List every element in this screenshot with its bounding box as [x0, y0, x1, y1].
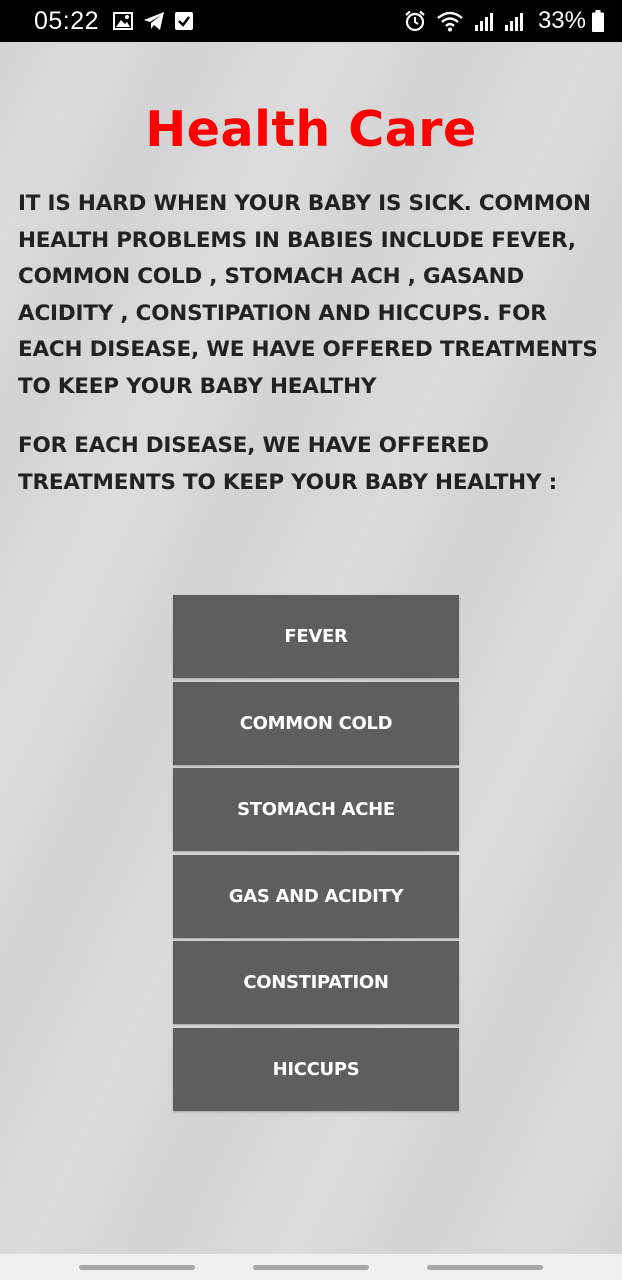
disease-menu: FEVER COMMON COLD STOMACH ACHE GAS AND A… — [173, 595, 459, 1114]
hiccups-button[interactable]: HICCUPS — [173, 1027, 459, 1111]
navigation-bar — [0, 1254, 622, 1280]
nav-recents-handle[interactable] — [79, 1265, 195, 1270]
fever-button[interactable]: FEVER — [173, 595, 459, 678]
page-title: Health Care — [145, 101, 477, 158]
battery-icon — [592, 10, 604, 32]
nav-home-handle[interactable] — [253, 1265, 369, 1270]
gas-and-acidity-button[interactable]: GAS AND ACIDITY — [173, 854, 459, 938]
nav-back-handle[interactable] — [427, 1265, 543, 1270]
status-bar: 05:22 33% — [0, 0, 622, 42]
intro-text: IT IS HARD WHEN YOUR BABY IS SICK. COMMO… — [18, 191, 598, 399]
status-right: 33% — [404, 7, 604, 35]
checkbox-icon — [175, 12, 194, 30]
constipation-button[interactable]: CONSTIPATION — [173, 941, 459, 1024]
battery-percent: 33% — [537, 7, 586, 34]
alarm-icon — [404, 10, 426, 32]
stomach-ache-button[interactable]: STOMACH ACHE — [173, 768, 459, 851]
status-left: 05:22 — [34, 7, 203, 36]
signal-icon — [474, 11, 494, 31]
telegram-icon — [143, 11, 165, 31]
common-cold-button[interactable]: COMMON COLD — [173, 681, 459, 765]
image-icon — [113, 12, 134, 30]
main-content: Health Care IT IS HARD WHEN YOUR BABY IS… — [0, 42, 622, 1254]
subtitle-text: FOR EACH DISEASE, WE HAVE OFFERED TREATM… — [18, 433, 558, 495]
wifi-icon — [436, 10, 464, 32]
signal-icon — [504, 11, 524, 31]
status-time: 05:22 — [34, 6, 100, 35]
